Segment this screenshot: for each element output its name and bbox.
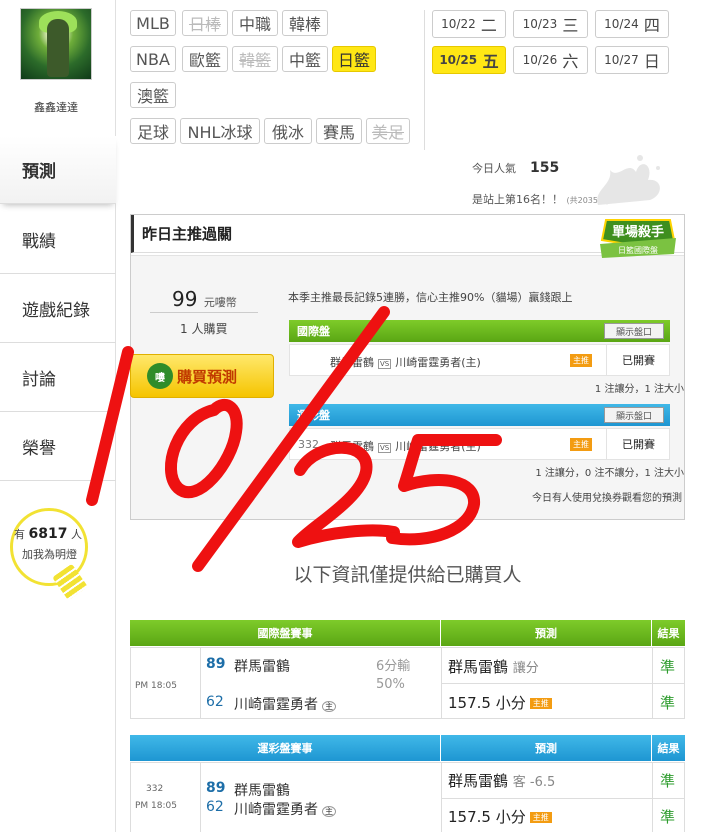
- divider: [424, 10, 425, 150]
- follower-count: 有 6817 人: [14, 526, 82, 542]
- date-tab-1023[interactable]: 10/23 三: [513, 10, 588, 38]
- main-pick-tag: 主推: [570, 438, 592, 451]
- splash-decoration-icon: [597, 155, 660, 205]
- table-row: [130, 762, 685, 832]
- buy-prediction-button[interactable]: 嘍 購買預測: [130, 354, 274, 398]
- pick-summary: 1 注讓分，1 注大小: [594, 384, 684, 395]
- popularity: 今日人氣 155: [472, 160, 560, 176]
- game-time: PM 18:05: [135, 681, 177, 691]
- league-horse-racing[interactable]: 賽馬: [316, 118, 362, 144]
- svg-text:單場殺手: 單場殺手: [612, 224, 664, 240]
- sports-lottery-bar: 運彩盤 顯示盤口: [289, 404, 670, 426]
- table-header-pick: 預測: [441, 735, 651, 761]
- date-tab-1026[interactable]: 10/26 六: [513, 46, 588, 74]
- table-header-result: 結果: [652, 735, 685, 761]
- username[interactable]: 鑫鑫達達: [0, 99, 112, 115]
- season-note: 本季主推最長記錄5連勝，信心主推90%（貓場）贏錢跟上: [288, 291, 573, 304]
- date-tab-1025[interactable]: 10/25 五: [432, 46, 506, 74]
- follow-label[interactable]: 加我為明燈: [22, 546, 77, 562]
- result-badge: 準: [660, 808, 676, 826]
- league-cpbl[interactable]: 中職: [232, 10, 278, 36]
- game-status: 已開賽: [606, 345, 670, 375]
- table-header-pick: 預測: [441, 620, 651, 646]
- league-soccer[interactable]: 足球: [130, 118, 176, 144]
- single-game-killer-badge-icon: 單場殺手 日籃國際盤: [600, 219, 676, 258]
- table-header-game: 國際盤賽事: [130, 620, 440, 646]
- league-npb: 日棒: [182, 10, 228, 36]
- league-russia-hockey[interactable]: 俄冰: [264, 118, 312, 144]
- intl-line-bar: 國際盤 顯示盤口: [289, 320, 670, 342]
- buyer-count: 1 人購買: [180, 322, 228, 336]
- sidebar-item-honor[interactable]: 榮譽: [0, 413, 116, 481]
- pass-row-intl: 群馬雷鶴 VS 川崎雷霆勇者(主) 主推 已開賽: [289, 344, 670, 376]
- game-status: 已開賽: [606, 429, 670, 459]
- sidebar-item-record[interactable]: 戰績: [0, 206, 116, 274]
- svg-text:日籃國際盤: 日籃國際盤: [618, 245, 658, 255]
- pick-spread: 群馬雷鶴 客 -6.5: [448, 772, 556, 790]
- today-note: 今日有人使用兌換券觀看您的預測: [532, 493, 682, 504]
- pick-spread: 群馬雷鶴 讓分: [448, 658, 539, 676]
- league-mlb[interactable]: MLB: [130, 10, 176, 36]
- league-aus-basket[interactable]: 澳籃: [130, 82, 176, 108]
- odds: 6分輸 50%: [376, 659, 411, 692]
- date-tab-1022[interactable]: 10/22 二: [432, 10, 506, 38]
- date-tab-1027[interactable]: 10/27 日: [595, 46, 669, 74]
- league-nfl: 美足: [366, 118, 410, 144]
- league-kbo[interactable]: 韓棒: [282, 10, 328, 36]
- league-nhl[interactable]: NHL冰球: [180, 118, 260, 144]
- league-euro-basket[interactable]: 歐籃: [182, 46, 228, 72]
- pick-total: 157.5 小分 主推: [448, 806, 552, 827]
- game-time: PM 18:05: [135, 801, 177, 811]
- pass-row-lottery: 332 群馬雷鶴 VS 川崎雷霆勇者(主) 主推 已開賽: [289, 428, 670, 460]
- league-japan-basket[interactable]: 日籃: [332, 46, 376, 72]
- main-pick-tag: 主推: [570, 354, 592, 367]
- result-badge: 準: [660, 694, 676, 712]
- avatar[interactable]: [20, 8, 92, 80]
- home-team: 川崎雷霆勇者主: [234, 694, 336, 714]
- table-header-game: 運彩盤賽事: [130, 735, 440, 761]
- league-nba[interactable]: NBA: [130, 46, 176, 72]
- away-team: 群馬雷鶴: [234, 783, 290, 799]
- show-odds-button[interactable]: 顯示盤口: [604, 407, 664, 423]
- sidebar-item-discussion[interactable]: 討論: [0, 344, 116, 412]
- home-team: 川崎雷霆勇者主: [234, 799, 336, 819]
- league-china-basket[interactable]: 中籃: [282, 46, 328, 72]
- sidebar: 鑫鑫達達 預測 戰績 遊戲紀錄 討論 榮譽 有 6817 人 加我為明燈: [0, 0, 116, 832]
- purchasers-only-notice: 以下資訊僅提供給已購買人: [293, 564, 522, 586]
- date-tab-1024[interactable]: 10/24 四: [595, 10, 669, 38]
- sidebar-item-game-log[interactable]: 遊戲紀錄: [0, 275, 116, 343]
- result-badge: 準: [660, 658, 676, 676]
- game-number: 332: [146, 784, 164, 794]
- show-odds-button[interactable]: 顯示盤口: [604, 323, 664, 339]
- pick-total: 157.5 小分 主推: [448, 692, 552, 713]
- pick-summary: 1 注讓分，0 注不讓分，1 注大小: [535, 468, 684, 479]
- coin-icon: 嘍: [147, 363, 173, 389]
- price: 99 元嘍幣: [172, 287, 237, 311]
- league-korea-basket: 韓籃: [232, 46, 278, 72]
- sidebar-item-predict[interactable]: 預測: [0, 136, 116, 204]
- away-team: 群馬雷鶴: [234, 659, 290, 675]
- result-badge: 準: [660, 772, 676, 790]
- table-header-result: 結果: [652, 620, 685, 646]
